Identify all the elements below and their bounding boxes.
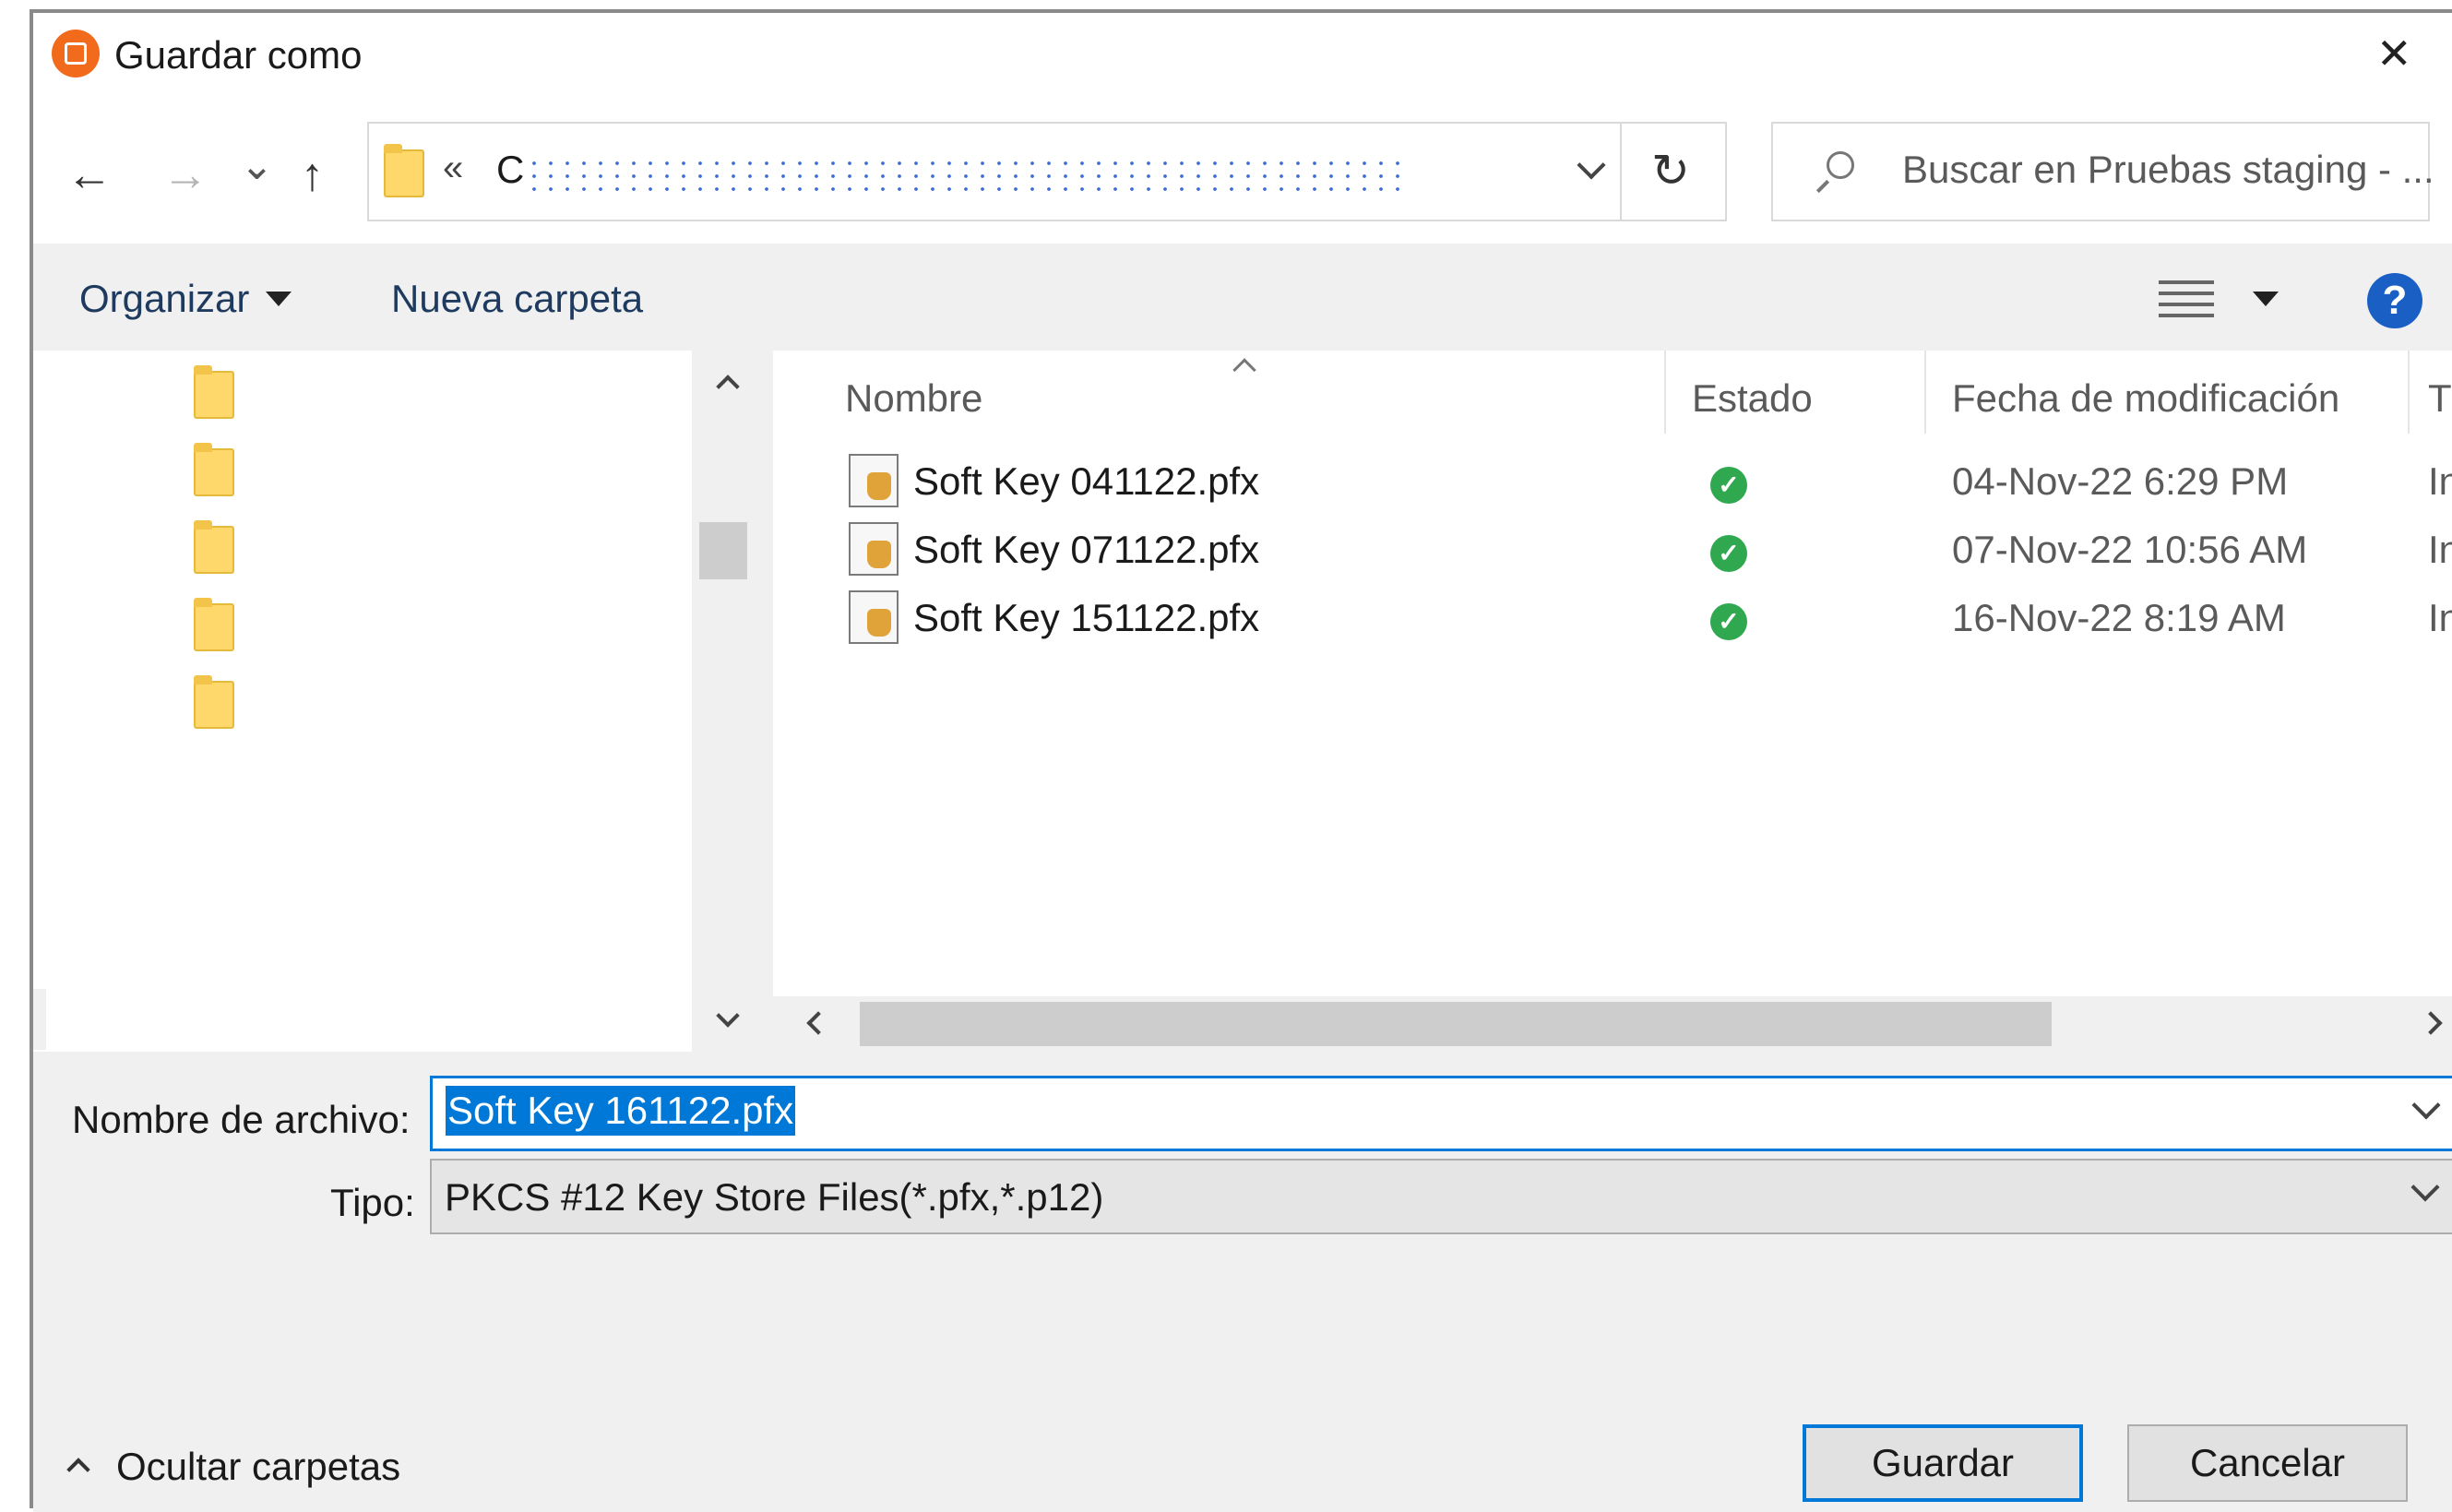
app-icon xyxy=(52,30,100,77)
filename-label: Nombre de archivo: xyxy=(72,1098,411,1141)
sort-indicator-icon xyxy=(1232,358,1256,382)
search-box[interactable]: Buscar en Pruebas staging - ... xyxy=(1771,122,2434,221)
file-name: Soft Key 151122.pfx xyxy=(913,596,1260,639)
save-button[interactable]: Guardar xyxy=(1803,1424,2083,1502)
search-icon xyxy=(1827,151,1854,179)
file-modified: 04-Nov-22 6:29 PM xyxy=(1952,459,2289,503)
filename-selected-text: Soft Key 161122.pfx xyxy=(446,1086,796,1136)
scroll-left-icon[interactable] xyxy=(806,1011,830,1035)
sync-ok-icon: ✓ xyxy=(1710,467,1747,504)
address-bar[interactable]: « C xyxy=(367,122,1624,221)
file-list-horizontal-scrollbar[interactable] xyxy=(773,996,2452,1052)
help-button[interactable]: ? xyxy=(2367,273,2422,328)
file-row[interactable]: Soft Key 151122.pfx ✓ 16-Nov-22 8:19 AM … xyxy=(773,587,2452,655)
filename-dropdown-chevron-icon[interactable] xyxy=(2411,1090,2441,1120)
address-overflow-icon: « xyxy=(443,148,464,188)
view-options-icon[interactable] xyxy=(2159,280,2214,321)
save-as-dialog: Guardar como ✕ ← → ⌄ ↑ « C ↻ Buscar en P… xyxy=(30,9,2452,1512)
file-modified: 16-Nov-22 8:19 AM xyxy=(1952,596,2286,639)
column-divider xyxy=(1664,351,1666,434)
certificate-file-icon xyxy=(849,522,899,576)
scrollbar-thumb[interactable] xyxy=(860,1002,2052,1046)
file-name: Soft Key 041122.pfx xyxy=(913,459,1260,503)
window-title: Guardar como xyxy=(114,33,363,77)
certificate-file-icon xyxy=(849,590,899,644)
address-dropdown-chevron-icon[interactable] xyxy=(1577,150,1606,180)
scroll-up-icon[interactable] xyxy=(716,375,740,399)
column-header-type[interactable]: Tipo xyxy=(2428,376,2452,421)
close-button[interactable]: ✕ xyxy=(2376,30,2412,77)
organize-menu[interactable]: Organizar xyxy=(79,277,249,321)
file-list[interactable]: Nombre Estado Fecha de modificación Tipo… xyxy=(773,351,2452,996)
file-type: Inte xyxy=(2428,459,2452,503)
file-row[interactable]: Soft Key 041122.pfx ✓ 04-Nov-22 6:29 PM … xyxy=(773,450,2452,518)
refresh-button[interactable]: ↻ xyxy=(1622,122,1727,221)
forward-arrow-icon[interactable]: → xyxy=(162,148,208,201)
type-select[interactable]: PKCS #12 Key Store Files(*.pfx,*.p12) xyxy=(430,1159,2452,1234)
address-path: C xyxy=(496,148,525,191)
tree-folder-icon[interactable] xyxy=(194,520,234,574)
tree-folder-icon[interactable] xyxy=(194,443,234,496)
column-header-name[interactable]: Nombre xyxy=(845,376,982,421)
up-arrow-icon[interactable]: ↑ xyxy=(301,148,324,201)
file-row[interactable]: Soft Key 071122.pfx ✓ 07-Nov-22 10:56 AM… xyxy=(773,518,2452,587)
organize-dropdown-icon[interactable] xyxy=(266,292,292,306)
column-header-status[interactable]: Estado xyxy=(1692,376,1813,421)
back-arrow-icon[interactable]: ← xyxy=(66,148,113,201)
tree-folder-icon[interactable] xyxy=(194,598,234,651)
redacted-path xyxy=(526,157,1402,194)
search-icon-handle xyxy=(1815,179,1830,194)
type-select-value: PKCS #12 Key Store Files(*.pfx,*.p12) xyxy=(445,1175,1104,1219)
folder-icon xyxy=(384,144,424,197)
tree-folder-icon[interactable] xyxy=(194,365,234,419)
file-name: Soft Key 071122.pfx xyxy=(913,528,1260,571)
scrollbar-thumb[interactable] xyxy=(699,522,747,579)
column-divider xyxy=(1924,351,1926,434)
hide-folders-toggle[interactable]: Ocultar carpetas xyxy=(116,1445,400,1489)
lock-icon xyxy=(65,42,87,65)
tree-folder-icon[interactable] xyxy=(194,675,234,729)
type-label: Tipo: xyxy=(330,1181,415,1224)
file-type: Inte xyxy=(2428,596,2452,639)
search-placeholder: Buscar en Pruebas staging - ... xyxy=(1902,148,2434,191)
cancel-button[interactable]: Cancelar xyxy=(2127,1424,2408,1502)
new-folder-button[interactable]: Nueva carpeta xyxy=(391,277,643,321)
type-dropdown-chevron-icon[interactable] xyxy=(2410,1173,2440,1202)
recent-locations-chevron-icon[interactable]: ⌄ xyxy=(240,142,274,189)
navigation-pane-surface xyxy=(46,989,692,1050)
sync-ok-icon: ✓ xyxy=(1710,603,1747,640)
refresh-icon: ↻ xyxy=(1651,145,1690,196)
scroll-right-icon[interactable] xyxy=(2419,1011,2443,1035)
column-divider xyxy=(2408,351,2410,434)
tree-vertical-scrollbar[interactable] xyxy=(692,351,773,1052)
column-header-modified[interactable]: Fecha de modificación xyxy=(1952,376,2339,421)
certificate-file-icon xyxy=(849,454,899,507)
scroll-down-icon[interactable] xyxy=(716,1004,740,1028)
filename-input[interactable]: Soft Key 161122.pfx xyxy=(430,1076,2452,1151)
file-modified: 07-Nov-22 10:56 AM xyxy=(1952,528,2308,571)
view-dropdown-icon[interactable] xyxy=(2253,292,2279,306)
file-type: Inte xyxy=(2428,528,2452,571)
navigation-pane[interactable] xyxy=(46,351,692,1052)
sync-ok-icon: ✓ xyxy=(1710,535,1747,572)
